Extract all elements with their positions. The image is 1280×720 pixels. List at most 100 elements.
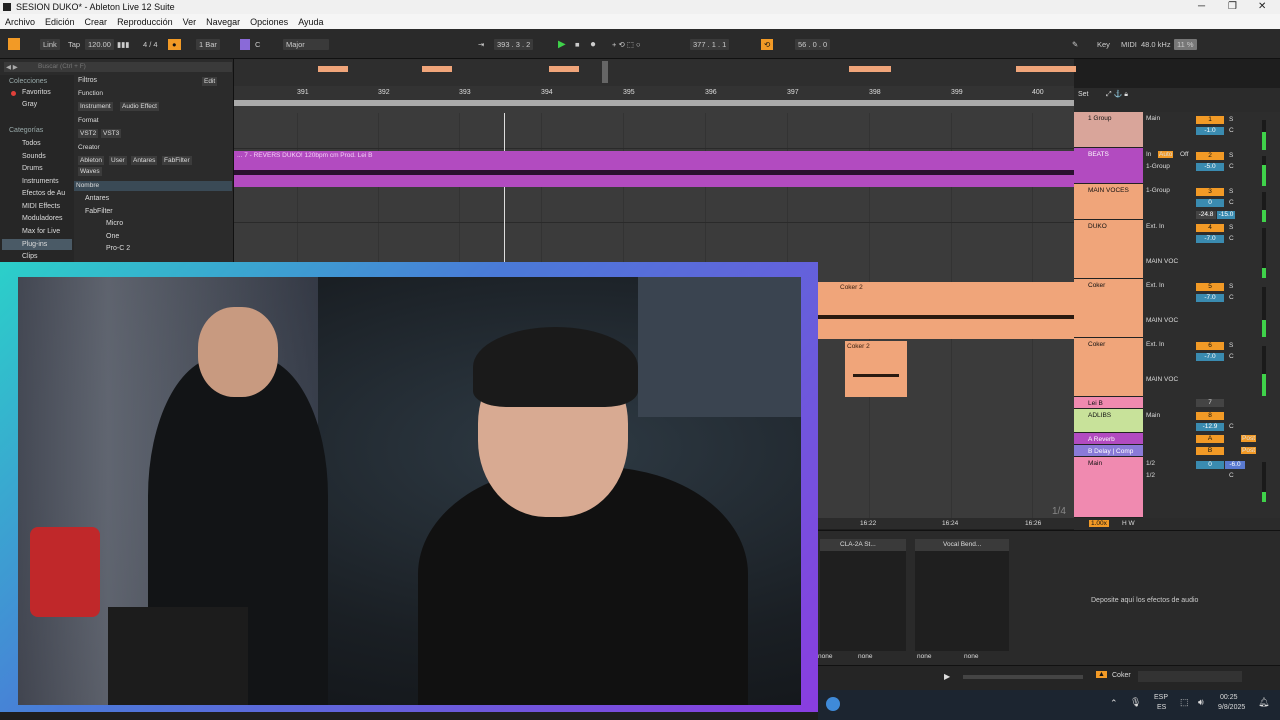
tag-audio-effect[interactable]: Audio Effect — [120, 102, 159, 111]
time-ruler[interactable]: 16:22 16:24 16:26 — [818, 518, 1074, 529]
format-label[interactable]: Format — [78, 117, 99, 124]
category-plugins[interactable]: Plug-ins — [22, 241, 47, 248]
category-instruments[interactable]: Instruments — [22, 178, 59, 185]
main-number[interactable]: 0 — [1196, 461, 1224, 469]
category-modulators[interactable]: Moduladores — [22, 215, 62, 222]
pencil-icon[interactable]: ✎ — [1072, 39, 1078, 50]
ableton-taskbar-icon[interactable] — [826, 697, 840, 711]
track-main[interactable]: Main — [1074, 457, 1143, 518]
routing-8[interactable]: Main — [1146, 412, 1160, 419]
menu-reproduccion[interactable]: Reproducción — [117, 17, 173, 27]
tag-instrument[interactable]: Instrument — [78, 102, 113, 111]
lang-indicator[interactable]: ESP — [1154, 694, 1168, 701]
output-6[interactable]: MAIN VOC — [1146, 376, 1178, 383]
mic-icon[interactable]: 🎙︎ — [1130, 697, 1141, 708]
overdub-icon[interactable]: + ⟲ ⬚ ○ — [612, 39, 641, 50]
tag-fabfilter[interactable]: FabFilter — [162, 156, 192, 165]
routing-4[interactable]: Ext. In — [1146, 223, 1164, 230]
play-icon[interactable]: ▶ — [558, 39, 566, 50]
minimize-icon[interactable]: ─ — [1198, 1, 1205, 12]
routing-main[interactable]: 1/2 — [1146, 460, 1155, 467]
category-drums[interactable]: Drums — [22, 165, 43, 172]
category-sounds[interactable]: Sounds — [22, 153, 46, 160]
stop-icon[interactable]: ■ — [575, 39, 580, 50]
expand-icon[interactable]: ⤢ ⚓ 🔒︎ — [1106, 90, 1128, 99]
pan-8[interactable]: C — [1229, 423, 1234, 430]
quantize-select[interactable]: 1 Bar — [196, 39, 220, 50]
pan-5[interactable]: C — [1229, 294, 1234, 301]
track-adlibs[interactable]: ADLIBS — [1074, 409, 1143, 433]
routing-5[interactable]: Ext. In — [1146, 282, 1164, 289]
track-number-6[interactable]: 6 — [1196, 342, 1224, 350]
monitor-in-2[interactable]: In — [1146, 151, 1151, 158]
metronome-icon[interactable]: ▮▮▮ — [117, 39, 129, 50]
track-number-1[interactable]: 1 — [1196, 116, 1224, 124]
menu-archivo[interactable]: Archivo — [5, 17, 35, 27]
clip-coker-a[interactable]: Coker 2 — [818, 282, 1074, 339]
track-main-voces[interactable]: MAIN VOCES — [1074, 184, 1143, 220]
device2-select[interactable]: none — [917, 653, 931, 660]
notification-icon[interactable]: 🔔︎ — [1258, 697, 1269, 708]
menu-opciones[interactable]: Opciones — [250, 17, 288, 27]
solo-3[interactable]: S — [1229, 188, 1233, 195]
record-icon[interactable]: ● — [590, 39, 596, 50]
track-beats[interactable]: BEATS — [1074, 148, 1143, 184]
link-button[interactable]: Link — [40, 39, 60, 50]
device1-select-2[interactable]: none — [858, 653, 872, 660]
position-field[interactable]: 393 . 3 . 2 — [494, 39, 534, 50]
volume-5[interactable]: -7.0 — [1196, 294, 1224, 302]
collection-favoritos[interactable]: Favoritos — [22, 89, 51, 96]
track-coker-2[interactable]: Coker — [1074, 338, 1143, 397]
tree-micro[interactable]: Micro — [106, 220, 123, 227]
loop-icon[interactable]: ⟲ — [761, 39, 774, 50]
function-label[interactable]: Function — [78, 90, 103, 97]
menu-ver[interactable]: Ver — [183, 17, 197, 27]
output-4[interactable]: MAIN VOC — [1146, 258, 1178, 265]
volume-main[interactable]: -6.0 — [1225, 461, 1245, 469]
name-column-header[interactable]: Nombre — [74, 181, 232, 191]
return-a-post[interactable]: Post — [1241, 435, 1257, 442]
loop-length-field[interactable]: 56 . 0 . 0 — [795, 39, 831, 50]
key-map-button[interactable]: Key — [1097, 39, 1110, 50]
browser-toggle-icon[interactable] — [8, 38, 20, 50]
clock-date[interactable]: 9/8/2025 — [1218, 704, 1245, 711]
track-lei-b[interactable]: Lei B — [1074, 397, 1143, 409]
tag-user[interactable]: User — [109, 156, 127, 165]
category-audio-effects[interactable]: Efectos de Au — [22, 190, 65, 197]
solo-4[interactable]: S — [1229, 224, 1233, 231]
category-midi-effects[interactable]: MIDI Effects — [22, 203, 60, 210]
return-b-post[interactable]: Post — [1241, 447, 1257, 454]
scroll-bar[interactable] — [963, 675, 1083, 679]
volume-3[interactable]: 0 — [1196, 199, 1224, 207]
category-todos[interactable]: Todos — [22, 140, 41, 147]
pan-2[interactable]: C — [1229, 163, 1234, 170]
overview-strip[interactable] — [234, 59, 1076, 86]
volume-4[interactable]: -7.0 — [1196, 235, 1224, 243]
loop-brace[interactable] — [234, 100, 1074, 106]
track-number-7[interactable]: 7 — [1196, 399, 1224, 407]
volume-6[interactable]: -7.0 — [1196, 353, 1224, 361]
zoom-level[interactable]: 1.00x — [1089, 520, 1109, 527]
menu-crear[interactable]: Crear — [85, 17, 108, 27]
volume-1[interactable]: -1.0 — [1196, 127, 1224, 135]
midi-map-button[interactable]: MIDI — [1121, 39, 1137, 50]
record-mode-icon[interactable]: ● — [168, 39, 181, 50]
pan-main[interactable]: C — [1229, 472, 1234, 479]
track-coker-1[interactable]: Coker — [1074, 279, 1143, 338]
routing-2[interactable]: 1-Group — [1146, 163, 1170, 170]
device-cla2a-header[interactable]: CLA-2A St... — [820, 539, 906, 551]
menu-navegar[interactable]: Navegar — [206, 17, 240, 27]
return-b[interactable]: B — [1196, 447, 1224, 455]
close-icon[interactable]: ✕ — [1258, 1, 1266, 12]
search-input[interactable]: ◀ ▶ Buscar (Ctrl + F) — [4, 62, 232, 72]
play-clip-icon[interactable]: ▶ — [944, 672, 950, 681]
solo-6[interactable]: S — [1229, 342, 1233, 349]
volume-8[interactable]: -12.9 — [1196, 423, 1224, 431]
clip-coker-b[interactable]: Coker 2 — [845, 341, 907, 397]
solo-2[interactable]: S — [1229, 152, 1233, 159]
volume-2[interactable]: -5.0 — [1196, 163, 1224, 171]
clip-reverse-duko[interactable]: ... 7 - REVERS DUKO! 120bpm cm Prod. Lei… — [234, 151, 1074, 187]
category-clips[interactable]: Clips — [22, 253, 38, 260]
solo-1[interactable]: S — [1229, 116, 1233, 123]
warning-icon[interactable]: ▲ — [1096, 671, 1107, 678]
